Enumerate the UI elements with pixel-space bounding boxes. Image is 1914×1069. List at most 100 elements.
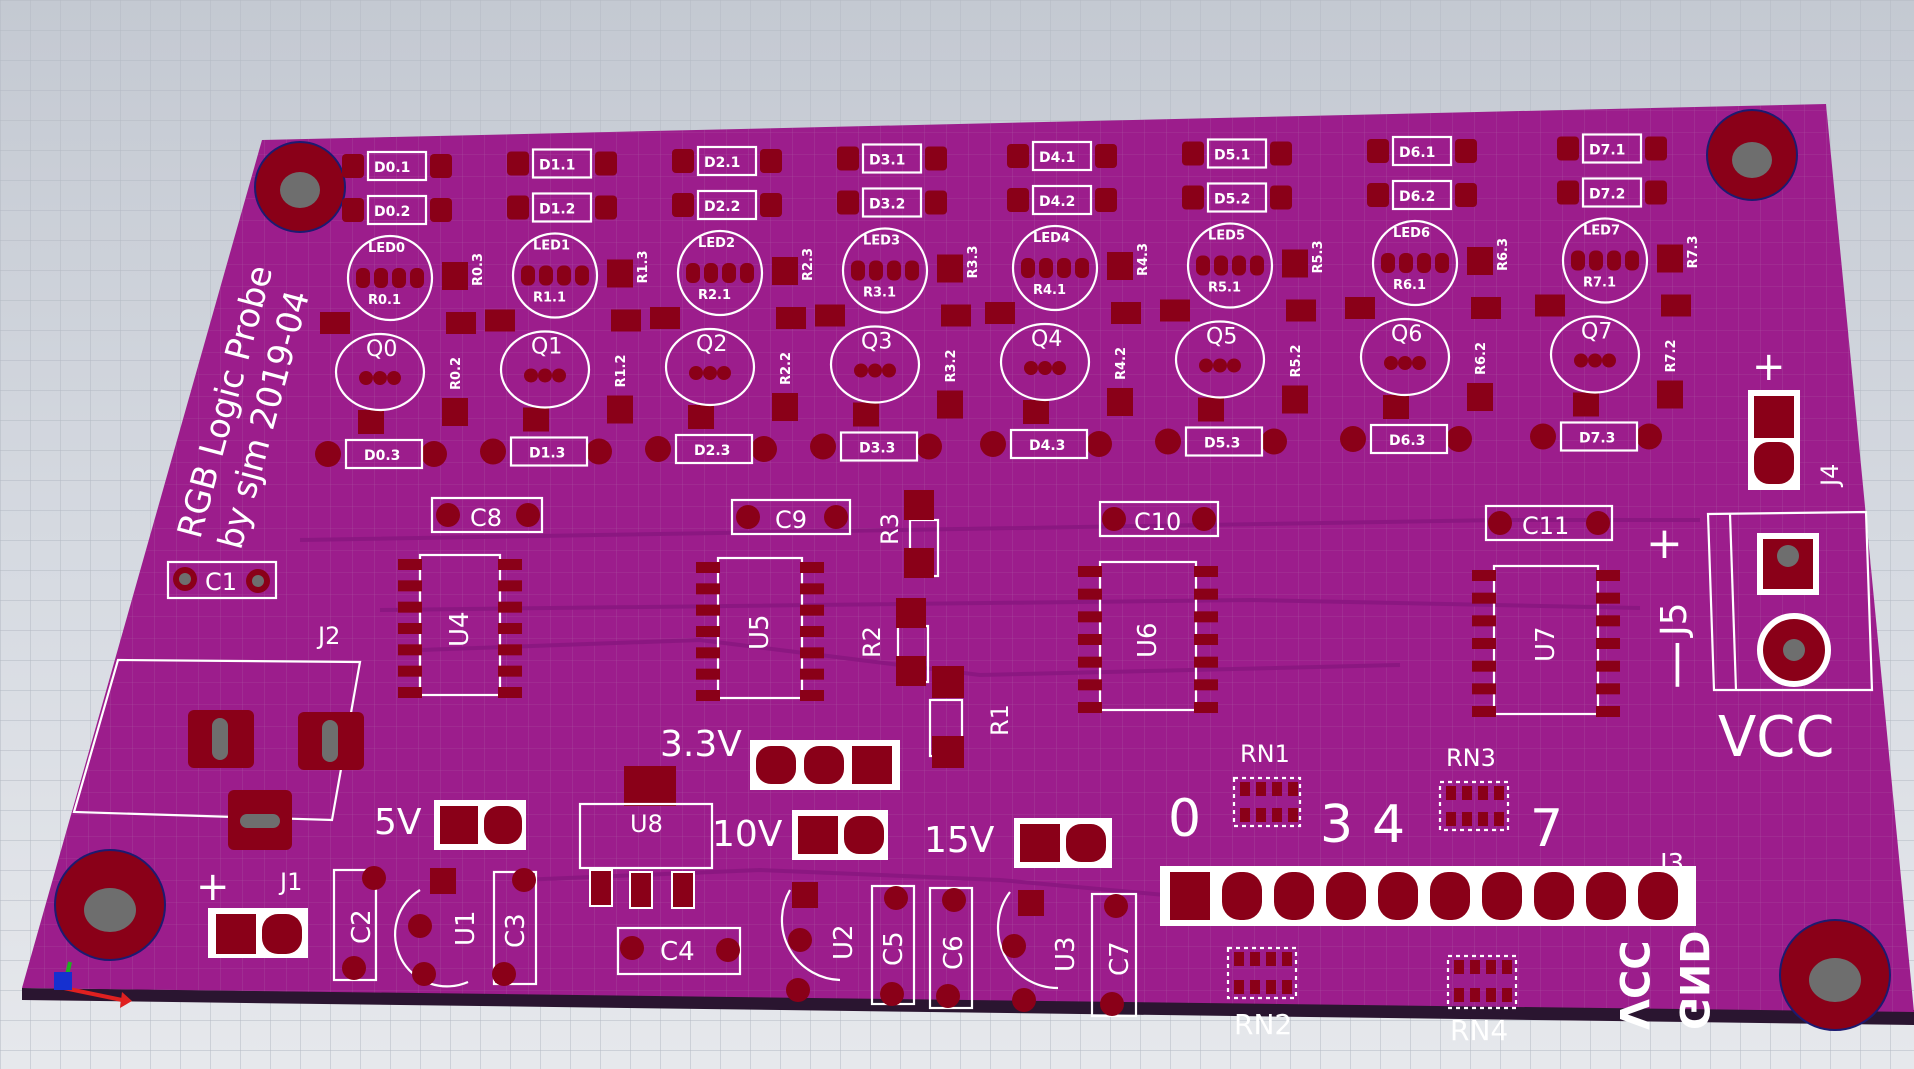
led-label: LED5 xyxy=(1208,229,1245,244)
jumper-10v[interactable]: 10V xyxy=(712,810,888,860)
j3-pin xyxy=(1274,872,1314,920)
u5-label: U5 xyxy=(745,614,775,650)
led-label: LED7 xyxy=(1583,224,1620,239)
resistor-r2-label: R7.2 xyxy=(1664,339,1679,372)
u6-label: U6 xyxy=(1133,622,1163,658)
resistor-r2-label: R1.2 xyxy=(614,354,629,387)
label-10v: 10V xyxy=(712,814,783,855)
diode-label: D2.3 xyxy=(694,443,730,459)
transistor-label: Q5 xyxy=(1206,325,1237,350)
c10-label: C10 xyxy=(1134,508,1181,536)
mounting-hole-br xyxy=(1779,919,1891,1031)
resistor-r1-label: R5.1 xyxy=(1208,281,1241,296)
rn3-label: RN3 xyxy=(1446,744,1496,772)
led-label: LED4 xyxy=(1033,231,1070,246)
resistor-r1-label: R7.1 xyxy=(1583,276,1616,291)
j3-bit-7: 7 xyxy=(1530,799,1563,859)
resistor-r3-label: R7.3 xyxy=(1686,235,1701,268)
diode-label: D3.3 xyxy=(859,441,895,457)
transistor-label: Q0 xyxy=(366,337,397,362)
diode-label: D6.2 xyxy=(1399,189,1435,205)
resistor-r2-label: R3.2 xyxy=(944,349,959,382)
c8-label: C8 xyxy=(470,504,502,532)
resistor-r3-label: R2.3 xyxy=(801,248,816,281)
diode-label: D6.1 xyxy=(1399,145,1435,161)
j3-pin xyxy=(1326,872,1366,920)
label-15v: 15V xyxy=(924,820,995,861)
rn4-label: RN4 xyxy=(1450,1014,1508,1047)
j2-label: J2 xyxy=(316,622,340,650)
j3-bit-4: 4 xyxy=(1372,795,1405,855)
r3-label: R3 xyxy=(876,513,904,545)
resistor-r1-label: R1.1 xyxy=(533,291,566,306)
c2-label: C2 xyxy=(347,909,377,944)
diode-label: D0.1 xyxy=(374,160,410,176)
j3-pin xyxy=(1170,872,1210,920)
c1-label: C1 xyxy=(205,568,237,596)
j3-pin xyxy=(1534,872,1574,920)
transistor-label: Q4 xyxy=(1031,327,1062,352)
j4-plus: + xyxy=(1752,344,1786,390)
resistor-r2-label: R4.2 xyxy=(1114,347,1129,380)
resistor-r2-label: R6.2 xyxy=(1474,342,1489,375)
diode-label: D1.2 xyxy=(539,202,575,218)
j3-pin xyxy=(1222,872,1262,920)
c4-label: C4 xyxy=(660,937,695,967)
j3-pin xyxy=(1482,872,1522,920)
diode-label: D5.1 xyxy=(1214,148,1250,164)
j5-label: J5 xyxy=(1654,602,1695,638)
transistor-label: Q3 xyxy=(861,330,892,355)
mounting-hole-tl xyxy=(254,141,346,233)
j3-pin xyxy=(1586,872,1626,920)
diode-label: D6.3 xyxy=(1389,433,1425,449)
pcb-3d-viewport[interactable]: D0.1 D0.2 LED0 R0.1 R0.3 R0.2 Q0 D0.3 D1.1 D1.2 LE… xyxy=(0,0,1914,1069)
header-j3[interactable] xyxy=(1160,866,1696,926)
rn1-label: RN1 xyxy=(1240,740,1290,768)
transistor-label: Q2 xyxy=(696,332,727,357)
u4-label: U4 xyxy=(445,611,475,647)
u7-label: U7 xyxy=(1531,626,1561,662)
resistor-r1-label: R2.1 xyxy=(698,288,731,303)
led-label: LED3 xyxy=(863,234,900,249)
c3-label: C3 xyxy=(501,913,531,948)
resistor-r1-label: R0.1 xyxy=(368,293,401,308)
j3-vcc-label: VCC xyxy=(1610,940,1656,1030)
resistor-r2-label: R2.2 xyxy=(779,352,794,385)
resistor-r1-label: R3.1 xyxy=(863,286,896,301)
diode-label: D0.3 xyxy=(364,448,400,464)
diode-label: D5.3 xyxy=(1204,436,1240,452)
c5-label: C5 xyxy=(879,931,909,966)
diode-label: D4.3 xyxy=(1029,438,1065,454)
jumper-5v[interactable]: 5V xyxy=(374,800,526,850)
u3-label: U3 xyxy=(1051,936,1081,972)
diode-label: D4.2 xyxy=(1039,194,1075,210)
diode-label: D1.3 xyxy=(529,446,565,462)
transistor-label: Q1 xyxy=(531,335,562,360)
j3-pin xyxy=(1378,872,1418,920)
diode-label: D2.2 xyxy=(704,199,740,215)
u1-label: U1 xyxy=(451,910,481,946)
transistor-label: Q6 xyxy=(1391,322,1422,347)
label-5v: 5V xyxy=(374,802,422,843)
c11-label: C11 xyxy=(1522,512,1569,540)
diode-label: D2.1 xyxy=(704,155,740,171)
j5-plus: + xyxy=(1646,518,1683,569)
jumper-15v[interactable]: 15V xyxy=(924,818,1112,868)
j3-bit-0: 0 xyxy=(1168,789,1201,849)
resistor-r3-label: R6.3 xyxy=(1496,238,1511,271)
resistor-r2-label: R0.2 xyxy=(449,357,464,390)
led-label: LED0 xyxy=(368,241,405,256)
r2-label: R2 xyxy=(858,626,886,658)
resistor-r3-label: R5.3 xyxy=(1311,240,1326,273)
pcb-canvas[interactable]: D0.1 D0.2 LED0 R0.1 R0.3 R0.2 Q0 D0.3 D1.1 D1.2 LE… xyxy=(0,0,1914,1069)
c6-label: C6 xyxy=(939,935,969,970)
resistor-r3-label: R4.3 xyxy=(1136,243,1151,276)
diode-label: D7.1 xyxy=(1589,143,1625,159)
j1-plus: + xyxy=(196,864,230,910)
resistor-r3-label: R1.3 xyxy=(636,250,651,283)
mounting-hole-tr xyxy=(1706,109,1798,201)
vcc-label: VCC xyxy=(1718,705,1835,770)
j3-bit-3: 3 xyxy=(1320,795,1353,855)
transistor-label: Q7 xyxy=(1581,320,1612,345)
led-label: LED2 xyxy=(698,236,735,251)
